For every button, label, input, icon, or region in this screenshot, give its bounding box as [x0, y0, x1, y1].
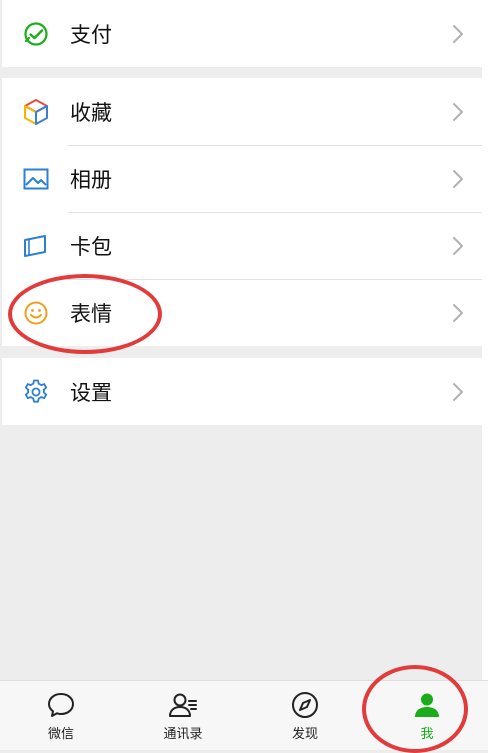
menu-item-favorites[interactable]: 收藏: [2, 78, 482, 145]
tab-discover[interactable]: 发现: [244, 681, 366, 751]
me-screen: 支付 收藏 相册 卡包 表情 设置 微信 通讯录 发现 我: [0, 0, 488, 753]
cube-icon: [22, 98, 50, 126]
menu-item-album-label: 相册: [70, 167, 112, 192]
tab-contacts[interactable]: 通讯录: [122, 681, 244, 751]
chat-bubble-icon: [48, 693, 74, 717]
card-wallet-icon: [22, 232, 50, 260]
menu-item-cards[interactable]: 卡包: [2, 212, 482, 279]
chevron-right-icon: [453, 236, 463, 255]
menu-group-features: 收藏 相册 卡包 表情: [2, 78, 482, 346]
compass-icon: [292, 692, 318, 718]
tab-me[interactable]: 我: [366, 681, 488, 751]
menu-item-pay-label: 支付: [70, 22, 112, 47]
image-icon: [22, 165, 50, 193]
person-icon: [415, 693, 439, 717]
menu-item-settings[interactable]: 设置: [2, 358, 482, 425]
tab-me-label: 我: [420, 727, 434, 742]
wechat-pay-icon: [22, 20, 50, 48]
menu-item-cards-label: 卡包: [70, 234, 112, 259]
gear-icon: [22, 378, 50, 406]
chevron-right-icon: [453, 382, 463, 401]
menu-group-settings: 设置: [2, 358, 482, 425]
tab-chats[interactable]: 微信: [0, 681, 122, 751]
contacts-icon: [169, 693, 197, 717]
tab-contacts-label: 通讯录: [163, 727, 203, 742]
chevron-right-icon: [453, 169, 463, 188]
menu-item-stickers[interactable]: 表情: [2, 279, 482, 346]
edge-strip: [482, 0, 488, 680]
menu-item-stickers-label: 表情: [70, 301, 112, 326]
chevron-right-icon: [453, 24, 463, 43]
menu-item-album[interactable]: 相册: [2, 145, 482, 212]
bottom-tab-bar: 微信 通讯录 发现 我: [0, 665, 488, 753]
chevron-right-icon: [453, 102, 463, 121]
tab-chats-label: 微信: [47, 727, 74, 742]
chevron-right-icon: [453, 303, 463, 322]
menu-item-pay[interactable]: 支付: [2, 0, 482, 67]
menu-item-settings-label: 设置: [70, 380, 112, 405]
menu-item-favorites-label: 收藏: [70, 100, 112, 125]
menu-group-pay: 支付: [2, 0, 482, 67]
smiley-icon: [22, 299, 50, 327]
tab-discover-label: 发现: [291, 727, 318, 742]
